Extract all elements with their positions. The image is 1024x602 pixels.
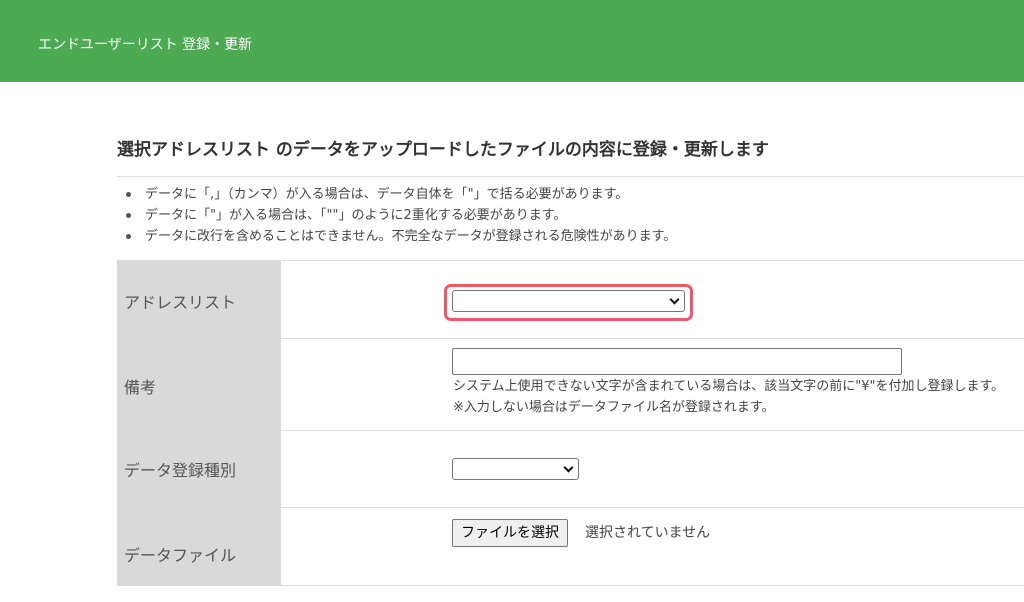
address-list-label: アドレスリスト xyxy=(117,261,282,338)
form-row-data-file: データファイル ファイルを選択 選択されていません xyxy=(117,508,1024,586)
remarks-cell: システム上使用できない文字が含まれている場合は、該当文字の前に"¥"を付加し登録… xyxy=(282,339,1024,430)
form-row-registration-type: データ登録種別 xyxy=(117,431,1024,508)
remarks-input[interactable] xyxy=(452,348,902,375)
registration-type-select[interactable] xyxy=(452,458,579,480)
note-item: データに改行を含めることはできません。不完全なデータが登録される危険性があります… xyxy=(117,226,1024,247)
data-file-cell: ファイルを選択 選択されていません xyxy=(282,508,1024,585)
remarks-help-note: ※入力しない場合はデータファイル名が登録されます。 xyxy=(453,400,775,415)
section-title: 選択アドレスリスト のデータをアップロードしたファイルの内容に登録・更新します xyxy=(117,140,769,160)
note-item: データに「"」が入る場合は、「""」のように2重化する必要があります。 xyxy=(117,205,1024,226)
form-row-address-list: アドレスリスト xyxy=(117,261,1024,339)
chevron-down-icon xyxy=(563,462,574,473)
address-list-cell xyxy=(282,261,1024,338)
registration-type-cell xyxy=(282,431,1024,507)
form-table: アドレスリスト 備考 システム上使用できない文字が含まれている場合は、該当文字の… xyxy=(117,260,1024,586)
registration-type-label: データ登録種別 xyxy=(117,431,282,507)
remarks-label: 備考 xyxy=(117,339,282,430)
note-item: データに「,」（カンマ）が入る場合は、データ自体を「"」で括る必要があります。 xyxy=(117,184,1024,205)
notes-list: データに「,」（カンマ）が入る場合は、データ自体を「"」で括る必要があります。 … xyxy=(117,184,1024,247)
chevron-down-icon xyxy=(669,294,680,305)
choose-file-button[interactable]: ファイルを選択 xyxy=(452,519,568,547)
app-header: エンドユーザーリスト 登録・更新 xyxy=(0,0,1024,82)
remarks-help-text: システム上使用できない文字が含まれている場合は、該当文字の前に"¥"を付加し登録… xyxy=(453,379,1005,394)
file-status-text: 選択されていません xyxy=(585,525,711,541)
divider xyxy=(117,176,1024,177)
page-title: エンドユーザーリスト 登録・更新 xyxy=(38,37,253,53)
address-list-select[interactable] xyxy=(452,290,685,312)
data-file-label: データファイル xyxy=(117,508,282,585)
form-row-remarks: 備考 システム上使用できない文字が含まれている場合は、該当文字の前に"¥"を付加… xyxy=(117,339,1024,431)
